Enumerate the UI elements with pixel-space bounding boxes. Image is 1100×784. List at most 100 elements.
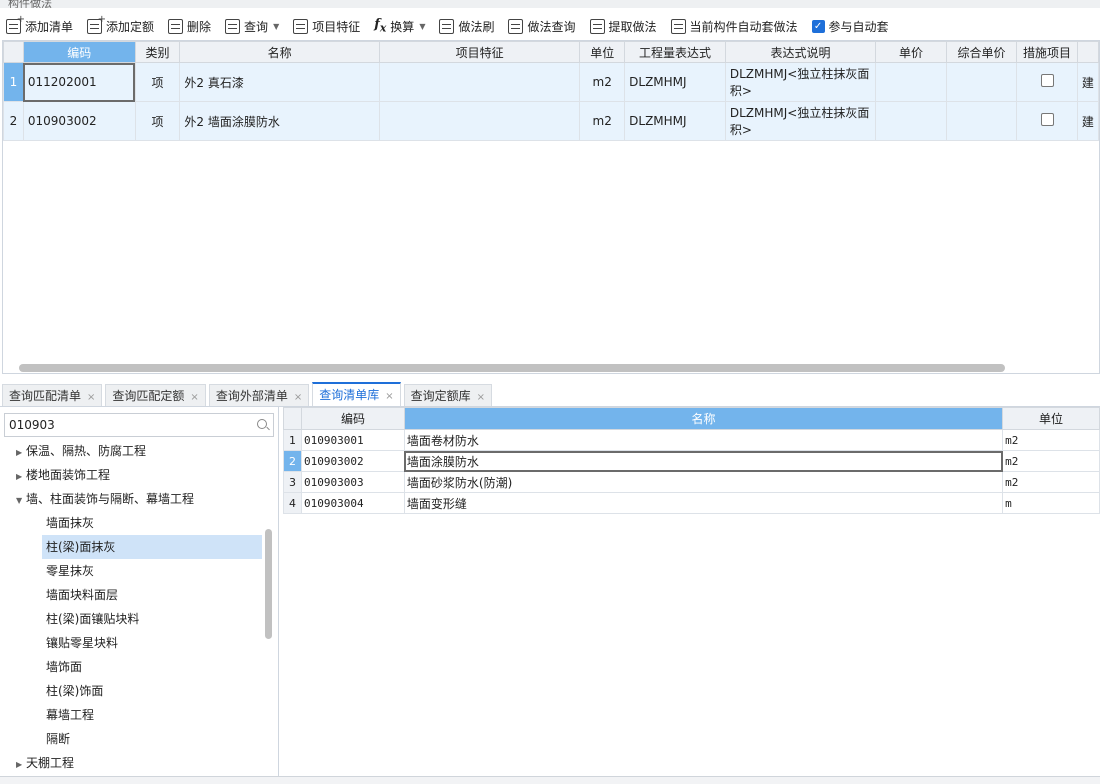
auto-method-button[interactable]: 当前构件自动套做法 xyxy=(670,18,798,35)
close-icon[interactable]: × xyxy=(477,392,485,403)
column-header[interactable]: 单位 xyxy=(1002,407,1100,430)
table-row[interactable]: 3 010903003 墙面砂浆防水(防潮) m2 xyxy=(283,471,1100,493)
tree-leaf-selected[interactable]: 柱(梁)面抹灰 xyxy=(42,535,262,559)
caret-right-icon[interactable]: ▶ xyxy=(16,753,26,777)
caret-right-icon[interactable]: ▶ xyxy=(16,465,26,489)
column-header[interactable]: 单价 xyxy=(875,41,947,63)
unit-cell[interactable]: m2 xyxy=(1002,450,1100,472)
tree-leaf[interactable]: 幕墙工程 xyxy=(0,703,268,727)
tree-node[interactable]: ▶ 天棚工程 xyxy=(0,751,268,775)
column-header[interactable]: 名称 xyxy=(179,41,380,63)
tree-leaf[interactable]: 墙面块料面层 xyxy=(0,583,268,607)
tree-node[interactable]: ▶ 楼地面装饰工程 xyxy=(0,463,268,487)
row-number[interactable]: 1 xyxy=(3,62,24,102)
unit-cell[interactable]: m2 xyxy=(1002,429,1100,451)
tree-node[interactable]: ▶ 保温、隔热、防腐工程 xyxy=(0,439,268,463)
unit-cell[interactable]: m2 xyxy=(1002,471,1100,493)
name-cell[interactable]: 墙面卷材防水 xyxy=(403,429,1004,451)
type-cell[interactable]: 项 xyxy=(134,101,181,141)
extra-cell[interactable]: 建 xyxy=(1076,62,1099,102)
convert-dropdown-button[interactable]: fx 换算 ▼ xyxy=(374,17,425,35)
measure-checkbox[interactable] xyxy=(1040,113,1054,126)
query-dropdown-button[interactable]: 查询 ▼ xyxy=(225,18,279,35)
column-header[interactable]: 综合单价 xyxy=(945,41,1018,63)
tree-leaf[interactable]: 隔断 xyxy=(0,727,268,751)
price-cell[interactable] xyxy=(875,101,947,141)
tab-external-list[interactable]: 查询外部清单 × xyxy=(208,384,310,406)
tree-leaf[interactable]: 柱(梁)面镶贴块料 xyxy=(0,607,268,631)
name-cell[interactable]: 墙面变形缝 xyxy=(403,492,1004,514)
unit-cell[interactable]: m2 xyxy=(579,62,626,102)
measure-cell[interactable] xyxy=(1016,101,1078,141)
code-cell[interactable]: 010903004 xyxy=(300,492,405,514)
column-header[interactable]: 措施项目 xyxy=(1016,41,1078,63)
unit-cell[interactable]: m xyxy=(1002,492,1100,514)
table-row[interactable]: 1 011202001 项 外2 真石漆 m2 DLZMHMJ DLZMHMJ<… xyxy=(3,62,1099,102)
search-icon[interactable] xyxy=(257,419,267,429)
column-header[interactable]: 名称 xyxy=(403,407,1004,430)
table-row[interactable]: 1 010903001 墙面卷材防水 m2 xyxy=(283,429,1100,451)
item-features-button[interactable]: 项目特征 xyxy=(293,18,360,35)
row-number[interactable]: 2 xyxy=(283,450,302,472)
code-cell[interactable]: 011202001 xyxy=(22,62,136,102)
name-cell[interactable]: 墙面涂膜防水 xyxy=(403,450,1004,472)
column-header[interactable]: 类别 xyxy=(134,41,181,63)
vertical-scrollbar[interactable] xyxy=(265,529,272,639)
table-row[interactable]: 4 010903004 墙面变形缝 m xyxy=(283,492,1100,514)
name-cell[interactable]: 墙面砂浆防水(防潮) xyxy=(403,471,1004,493)
row-number[interactable]: 3 xyxy=(283,471,302,493)
column-header[interactable] xyxy=(1076,41,1099,63)
caret-down-icon[interactable]: ▼ xyxy=(16,489,26,513)
tree-leaf[interactable]: 墙饰面 xyxy=(0,655,268,679)
unit-cell[interactable]: m2 xyxy=(579,101,626,141)
table-row[interactable]: 2 010903002 项 外2 墙面涂膜防水 m2 DLZMHMJ DLZMH… xyxy=(3,101,1099,141)
expression-desc-cell[interactable]: DLZMHMJ<独立柱抹灰面积> xyxy=(724,101,877,141)
tree-node[interactable]: ▼ 墙、柱面装饰与隔断、幕墙工程 xyxy=(0,487,268,511)
extract-method-button[interactable]: 提取做法 xyxy=(589,18,657,35)
tab-match-list[interactable]: 查询匹配清单 × xyxy=(2,384,103,406)
table-row[interactable]: 2 010903002 墙面涂膜防水 m2 xyxy=(283,450,1100,472)
tab-list-library[interactable]: 查询清单库 × xyxy=(312,382,401,406)
close-icon[interactable]: × xyxy=(385,391,393,402)
code-cell[interactable]: 010903003 xyxy=(300,471,405,493)
column-header[interactable]: 单位 xyxy=(579,41,626,63)
name-cell[interactable]: 外2 墙面涂膜防水 xyxy=(179,101,380,141)
features-cell[interactable] xyxy=(378,101,581,141)
delete-button[interactable]: 删除 xyxy=(168,18,211,35)
close-icon[interactable]: × xyxy=(190,392,198,403)
type-cell[interactable]: 项 xyxy=(134,62,181,102)
total-price-cell[interactable] xyxy=(945,62,1018,102)
column-header[interactable]: 工程量表达式 xyxy=(624,41,726,63)
features-cell[interactable] xyxy=(378,62,581,102)
measure-cell[interactable] xyxy=(1016,62,1078,102)
tab-quota-library[interactable]: 查询定额库 × xyxy=(403,384,493,406)
column-header[interactable]: 项目特征 xyxy=(378,41,581,63)
expression-cell[interactable]: DLZMHMJ xyxy=(624,101,726,141)
search-input[interactable] xyxy=(5,414,245,436)
method-query-button[interactable]: 做法查询 xyxy=(508,18,576,35)
column-header[interactable]: 表达式说明 xyxy=(724,41,877,63)
price-cell[interactable] xyxy=(875,62,947,102)
row-number[interactable]: 1 xyxy=(283,429,302,451)
total-price-cell[interactable] xyxy=(945,101,1018,141)
tab-match-quota[interactable]: 查询匹配定额 × xyxy=(105,384,206,406)
expression-desc-cell[interactable]: DLZMHMJ<独立柱抹灰面积> xyxy=(724,62,877,102)
caret-right-icon[interactable]: ▶ xyxy=(16,441,26,465)
horizontal-scrollbar[interactable] xyxy=(19,364,1005,372)
tree-leaf[interactable]: 零星抹灰 xyxy=(0,559,268,583)
method-brush-button[interactable]: 做法刷 xyxy=(439,18,494,35)
add-list-button[interactable]: 添加清单 xyxy=(6,14,73,35)
column-header[interactable]: 编码 xyxy=(300,407,405,430)
tree-leaf[interactable]: 墙面抹灰 xyxy=(0,511,268,535)
row-number[interactable]: 2 xyxy=(3,101,24,141)
measure-checkbox[interactable] xyxy=(1040,74,1054,87)
expression-cell[interactable]: DLZMHMJ xyxy=(624,62,726,102)
code-cell[interactable]: 010903001 xyxy=(300,429,405,451)
row-number[interactable]: 4 xyxy=(283,492,302,514)
tree-leaf[interactable]: 柱(梁)饰面 xyxy=(0,679,268,703)
code-cell[interactable]: 010903002 xyxy=(22,101,136,141)
extra-cell[interactable]: 建 xyxy=(1076,101,1099,141)
column-header[interactable]: 编码 xyxy=(22,41,136,63)
name-cell[interactable]: 外2 真石漆 xyxy=(179,62,380,102)
code-cell[interactable]: 010903002 xyxy=(300,450,405,472)
